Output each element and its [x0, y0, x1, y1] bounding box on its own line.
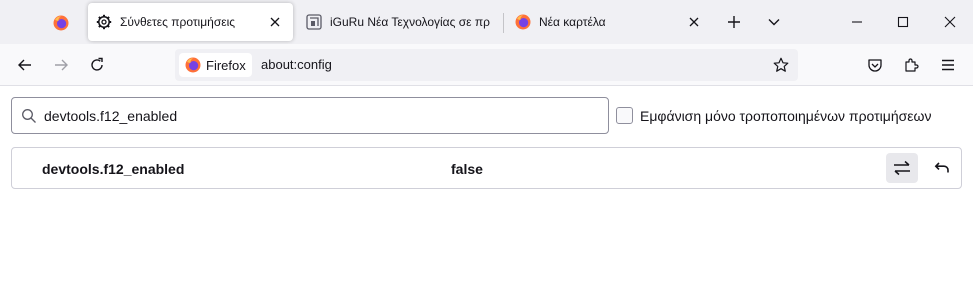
forward-button[interactable]: [46, 50, 76, 80]
pocket-icon: [868, 59, 882, 72]
iguru-icon: [306, 14, 322, 30]
preference-value: false: [451, 161, 483, 177]
arrow-left-icon: [18, 59, 31, 71]
preference-name: devtools.f12_enabled: [42, 161, 185, 177]
tab-strip: Σύνθετες προτιμήσεις iGuRu Νέα Τεχνολογί…: [0, 0, 973, 44]
tab-advanced-preferences[interactable]: Σύνθετες προτιμήσεις: [88, 3, 293, 41]
navigation-toolbar: Firefox about:config: [0, 44, 973, 86]
chevron-down-icon: [768, 19, 780, 26]
undo-icon: [934, 162, 949, 173]
url-text[interactable]: about:config: [261, 57, 332, 72]
maximize-button[interactable]: [880, 0, 926, 44]
tab-separator: [503, 13, 504, 33]
puzzle-icon: [905, 58, 919, 72]
show-modified-only-checkbox[interactable]: [616, 107, 633, 124]
close-tab-icon[interactable]: [684, 12, 704, 32]
search-icon: [22, 109, 36, 123]
close-window-button[interactable]: [927, 0, 973, 44]
bookmark-star-button[interactable]: [768, 52, 794, 78]
list-all-tabs-button[interactable]: [759, 8, 789, 36]
identity-box[interactable]: Firefox: [179, 53, 252, 77]
tab-title: Σύνθετες προτιμήσεις: [120, 15, 236, 29]
tab-title: iGuRu Νέα Τεχνολογίας σε πραγματικό χρόν…: [330, 15, 490, 29]
minimize-icon: [852, 21, 862, 23]
reset-preference-button[interactable]: [926, 153, 958, 183]
firefox-icon: [515, 14, 531, 30]
app-menu-button[interactable]: [933, 50, 963, 80]
identity-label: Firefox: [206, 57, 246, 73]
extensions-button[interactable]: [897, 50, 927, 80]
url-bar[interactable]: Firefox about:config: [175, 49, 798, 81]
pinned-tab-firefox[interactable]: [40, 6, 82, 40]
minimize-button[interactable]: [834, 0, 880, 44]
preference-search-box[interactable]: [11, 97, 609, 134]
show-modified-only-toggle[interactable]: Εμφάνιση μόνο τροποποιημένων προτιμήσεων: [616, 107, 931, 124]
close-icon: [944, 16, 956, 28]
reload-icon: [91, 57, 103, 71]
reload-button[interactable]: [82, 50, 112, 80]
tab-title: Νέα καρτέλα: [539, 15, 606, 29]
toggle-arrows-icon: [894, 160, 910, 176]
tab-new-tab[interactable]: Νέα καρτέλα: [507, 3, 712, 41]
gear-icon: [96, 14, 112, 30]
tab-iguru[interactable]: iGuRu Νέα Τεχνολογίας σε πραγματικό χρόν…: [298, 3, 498, 41]
back-button[interactable]: [10, 50, 40, 80]
hamburger-menu-icon: [942, 59, 954, 71]
new-tab-button[interactable]: [719, 8, 749, 36]
toggle-preference-button[interactable]: [886, 153, 918, 183]
firefox-icon: [53, 15, 69, 31]
arrow-right-icon: [55, 59, 68, 71]
preference-search-input[interactable]: [44, 104, 604, 128]
firefox-icon: [185, 57, 201, 73]
maximize-icon: [897, 16, 909, 28]
close-tab-icon[interactable]: [265, 12, 285, 32]
pocket-button[interactable]: [860, 50, 890, 80]
star-icon: [773, 57, 789, 72]
show-modified-only-label: Εμφάνιση μόνο τροποποιημένων προτιμήσεων: [640, 107, 932, 124]
preference-row: devtools.f12_enabled false: [11, 147, 962, 189]
plus-icon: [728, 16, 740, 28]
